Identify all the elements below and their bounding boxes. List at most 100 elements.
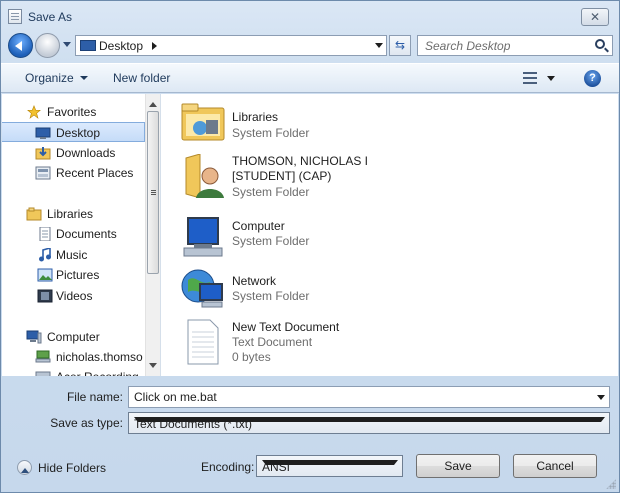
file-item-name: THOMSON, NICHOLAS I [STUDENT] (CAP): [232, 154, 369, 183]
file-item-computer[interactable]: Computer System Folder: [180, 214, 580, 260]
nav-user-drive-label: nicholas.thomso: [56, 350, 143, 364]
refresh-button[interactable]: ⇆: [389, 35, 411, 56]
scroll-up-arrow-icon[interactable]: [149, 98, 157, 107]
change-view-icon[interactable]: [523, 72, 537, 85]
close-button[interactable]: ✕: [581, 8, 609, 26]
nav-favorites[interactable]: Favorites: [2, 102, 145, 122]
file-item-text-document[interactable]: New Text Document Text Document 0 bytes: [180, 318, 580, 368]
new-folder-button[interactable]: New folder: [113, 71, 170, 85]
file-list: Libraries System Folder THOMSON, NICHOLA…: [162, 94, 618, 376]
file-item-name: Computer: [232, 219, 285, 233]
command-bar: Organize New folder ?: [1, 63, 619, 93]
resize-grip-icon[interactable]: [606, 479, 616, 489]
file-item-user-folder[interactable]: THOMSON, NICHOLAS I [STUDENT] (CAP) Syst…: [180, 152, 580, 208]
nav-computer[interactable]: Computer: [2, 327, 145, 347]
recent-places-icon: [35, 166, 51, 180]
drive-icon: [35, 371, 51, 376]
computer-icon: [183, 217, 223, 257]
address-dropdown-icon[interactable]: [375, 43, 383, 52]
nav-music[interactable]: Music: [2, 245, 145, 265]
network-drive-icon: [35, 350, 51, 363]
back-button[interactable]: [8, 33, 33, 58]
nav-pictures[interactable]: Pictures: [2, 265, 145, 285]
file-name-field[interactable]: [128, 386, 610, 408]
file-item-type: System Folder: [232, 234, 310, 248]
save-type-label: Save as type:: [50, 416, 123, 430]
file-item-name: Network: [232, 274, 277, 288]
breadcrumb-chevron-icon[interactable]: [152, 42, 161, 50]
save-type-select[interactable]: Text Documents (*.txt): [128, 412, 610, 434]
forward-button[interactable]: [35, 33, 60, 58]
computer-icon: [26, 330, 42, 344]
nav-music-label: Music: [56, 248, 88, 262]
nav-desktop[interactable]: Desktop: [2, 122, 145, 142]
save-form: File name: Save as type: Text Documents …: [1, 377, 619, 492]
save-as-dialog: Save As ✕ Desktop ⇆ Organize New folder …: [0, 0, 620, 493]
collapse-arrow-icon: [17, 460, 32, 475]
chevron-down-icon[interactable]: [597, 395, 605, 404]
nav-cut-off-item[interactable]: Acer Recording: [2, 367, 145, 376]
grip-icon: [151, 190, 156, 191]
file-item-network[interactable]: Network System Folder: [180, 266, 580, 312]
music-icon: [39, 248, 51, 262]
nav-user-drive[interactable]: nicholas.thomso: [2, 347, 145, 367]
navigation-pane: Favorites Desktop Downloads Recent Place…: [2, 94, 161, 376]
nav-libraries-label: Libraries: [47, 207, 94, 221]
nav-downloads[interactable]: Downloads: [2, 143, 145, 163]
cancel-button[interactable]: Cancel: [513, 454, 597, 478]
scrollbar-thumb[interactable]: [147, 111, 159, 274]
documents-icon: [39, 227, 51, 241]
user-folder-icon: [185, 154, 224, 198]
search-input[interactable]: [418, 36, 588, 55]
save-button[interactable]: Save: [416, 454, 500, 478]
file-item-type: Text Document: [232, 335, 313, 349]
file-item-libraries[interactable]: Libraries System Folder: [180, 100, 580, 146]
browser-panes: Favorites Desktop Downloads Recent Place…: [2, 94, 618, 376]
nav-recent-places-label: Recent Places: [56, 166, 134, 180]
encoding-label: Encoding:: [201, 460, 255, 474]
nav-documents-label: Documents: [56, 227, 117, 241]
hide-folders-label: Hide Folders: [38, 461, 107, 475]
nav-documents[interactable]: Documents: [2, 224, 145, 244]
file-item-name: Libraries: [232, 110, 279, 124]
nav-libraries[interactable]: Libraries: [2, 204, 145, 224]
search-icon[interactable]: [595, 39, 605, 49]
view-options-dropdown[interactable]: [547, 76, 555, 85]
scroll-down-arrow-icon[interactable]: [149, 363, 157, 372]
search-box[interactable]: [417, 35, 613, 56]
desktop-icon: [35, 127, 51, 139]
star-icon: [27, 105, 41, 119]
address-bar[interactable]: Desktop: [75, 35, 387, 56]
chevron-down-icon: [79, 76, 88, 84]
desktop-icon: [80, 40, 96, 51]
file-item-type: System Folder: [232, 126, 310, 140]
help-icon[interactable]: ?: [584, 70, 601, 87]
videos-icon: [37, 289, 53, 303]
text-document-icon: [187, 319, 219, 365]
organize-menu[interactable]: Organize: [25, 71, 88, 85]
downloads-folder-icon: [35, 147, 51, 160]
notepad-icon: [8, 9, 22, 24]
nav-computer-label: Computer: [47, 330, 100, 344]
nav-videos[interactable]: Videos: [2, 286, 145, 306]
nav-videos-label: Videos: [56, 289, 93, 303]
file-item-size: 0 bytes: [232, 350, 271, 364]
file-name-input[interactable]: [129, 387, 589, 407]
file-name-label: File name:: [66, 390, 123, 404]
address-location[interactable]: Desktop: [99, 39, 143, 53]
organize-label: Organize: [25, 71, 74, 85]
navigation-scrollbar[interactable]: [145, 94, 160, 376]
recent-pages-dropdown[interactable]: [63, 42, 71, 51]
chevron-down-icon[interactable]: [262, 460, 398, 469]
file-item-type: System Folder: [232, 185, 310, 199]
nav-downloads-label: Downloads: [56, 146, 116, 160]
nav-desktop-label: Desktop: [56, 126, 101, 140]
libraries-folder-icon: [181, 103, 225, 141]
network-icon: [181, 269, 223, 308]
hide-folders-button[interactable]: Hide Folders: [17, 459, 117, 477]
chevron-down-icon[interactable]: [134, 417, 605, 426]
nav-recent-places[interactable]: Recent Places: [2, 163, 145, 183]
nav-cut-off-label: Acer Recording: [56, 367, 139, 376]
libraries-icon: [26, 207, 42, 221]
encoding-select[interactable]: ANSI: [256, 455, 403, 477]
